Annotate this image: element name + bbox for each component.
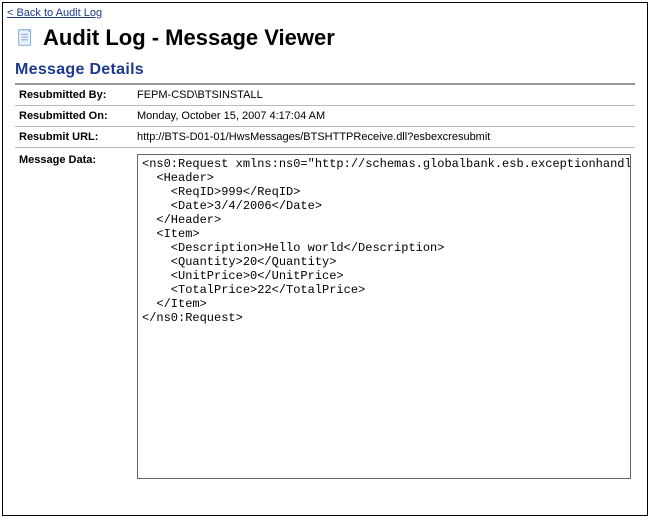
message-data-cell bbox=[133, 148, 635, 487]
back-to-audit-log-link[interactable]: < Back to Audit Log bbox=[7, 7, 102, 19]
details-table: Resubmitted By: FEPM-CSD\BTSINSTALL Resu… bbox=[15, 85, 635, 486]
section-title: Message Details bbox=[15, 61, 635, 79]
page-container: < Back to Audit Log Audit Log - Message … bbox=[2, 2, 648, 516]
value-resubmitted-on: Monday, October 15, 2007 4:17:04 AM bbox=[133, 106, 635, 127]
row-message-data: Message Data: bbox=[15, 148, 635, 487]
row-resubmitted-on: Resubmitted On: Monday, October 15, 2007… bbox=[15, 106, 635, 127]
message-data-textarea[interactable] bbox=[137, 154, 631, 479]
label-resubmitted-on: Resubmitted On: bbox=[15, 106, 133, 127]
row-resubmit-url: Resubmit URL: http://BTS-D01-01/HwsMessa… bbox=[15, 127, 635, 148]
label-resubmit-url: Resubmit URL: bbox=[15, 127, 133, 148]
page-title: Audit Log - Message Viewer bbox=[43, 25, 335, 51]
title-row: Audit Log - Message Viewer bbox=[15, 25, 635, 51]
document-icon bbox=[15, 27, 37, 49]
row-resubmitted-by: Resubmitted By: FEPM-CSD\BTSINSTALL bbox=[15, 85, 635, 106]
label-message-data: Message Data: bbox=[15, 148, 133, 487]
label-resubmitted-by: Resubmitted By: bbox=[15, 85, 133, 106]
value-resubmit-url: http://BTS-D01-01/HwsMessages/BTSHTTPRec… bbox=[133, 127, 635, 148]
value-resubmitted-by: FEPM-CSD\BTSINSTALL bbox=[133, 85, 635, 106]
